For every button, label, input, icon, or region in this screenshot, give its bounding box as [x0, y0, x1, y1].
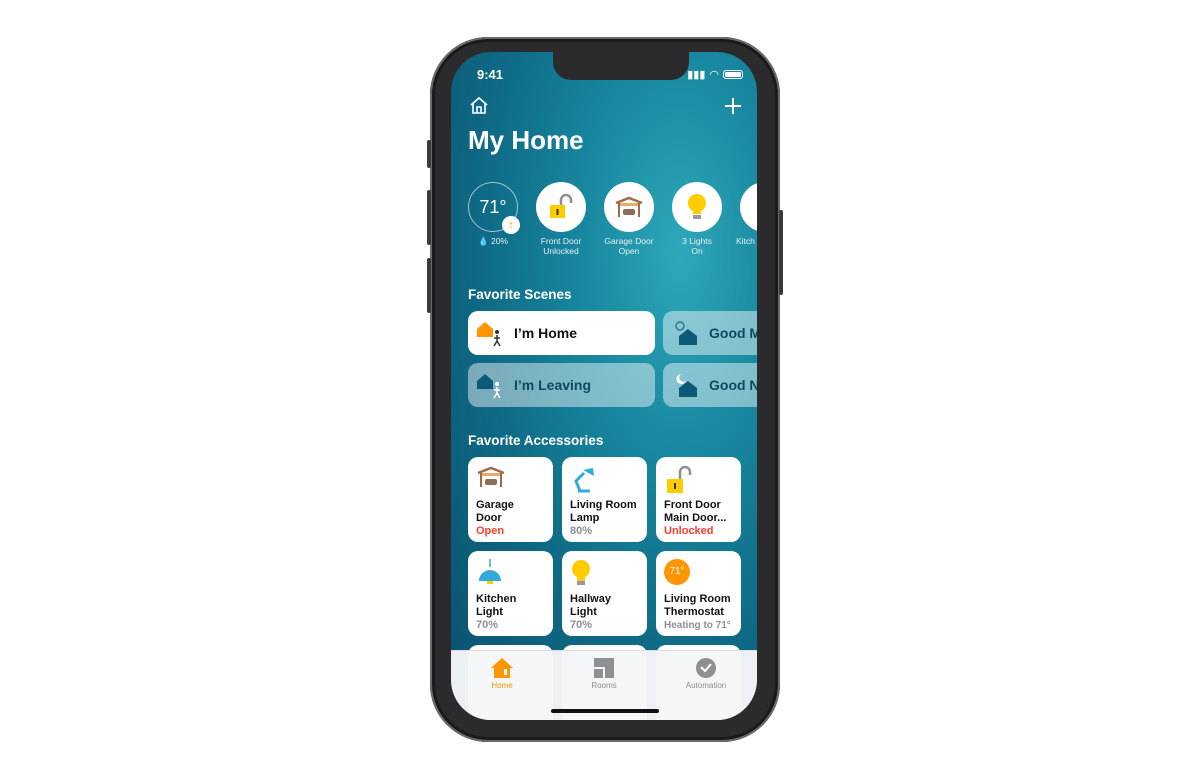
page-title: My Home	[468, 125, 584, 155]
rooms-icon	[594, 658, 614, 678]
house-icon	[491, 658, 513, 678]
droplet-icon: 💧	[478, 236, 489, 246]
lock-open-icon	[667, 465, 692, 493]
kitchen-label: Kitch	[730, 236, 757, 246]
scene-label: I’m Home	[514, 325, 578, 341]
thermostat-status[interactable]: 71° ↑	[468, 182, 520, 234]
battery-icon	[723, 70, 743, 79]
volume-up-button	[427, 190, 431, 245]
accessory-status: Unlocked	[664, 525, 714, 537]
signal-icon: ▮▮▮	[687, 69, 706, 81]
tab-label: Rooms	[591, 681, 617, 690]
desk-lamp-icon	[574, 468, 594, 493]
tab-label: Home	[491, 681, 513, 690]
status-time: 9:41	[477, 67, 504, 82]
side-button	[779, 210, 783, 295]
label-line: Open	[618, 246, 640, 256]
accessory-name: Light	[476, 606, 503, 618]
accessory-status: 70%	[476, 619, 499, 631]
label-line: Garage Door	[604, 236, 654, 246]
tab-automation[interactable]: Automation	[666, 657, 746, 690]
accessory-name: Light	[570, 606, 597, 618]
garage-door-label: Garage Door Open	[594, 236, 664, 256]
front-door-label: Front Door Unlocked	[526, 236, 596, 256]
tab-rooms[interactable]: Rooms	[564, 657, 644, 690]
scene-im-leaving[interactable]: I’m Leaving	[468, 363, 655, 407]
lights-status[interactable]	[672, 182, 722, 232]
home-indicator[interactable]	[551, 709, 659, 713]
accessory-status: 70%	[570, 619, 593, 631]
lock-open-icon	[550, 193, 573, 218]
scene-label: Good N	[709, 377, 757, 393]
accessory-status: Open	[476, 525, 505, 537]
tab-home[interactable]: Home	[462, 657, 542, 690]
front-door-status[interactable]	[536, 182, 586, 232]
label-line: Unlocked	[543, 246, 579, 256]
notch	[553, 52, 689, 80]
accessory-name: Thermostat	[664, 606, 724, 618]
heating-arrow-icon: ↑	[502, 216, 520, 234]
lightbulb-icon	[688, 194, 706, 219]
label-line: Kitch	[736, 236, 755, 246]
accessory-living-room-thermostat[interactable]: 71° Living Room Thermostat Heating to 71…	[656, 551, 741, 636]
accessory-name: Lamp	[570, 512, 600, 524]
pendant-light-icon	[479, 559, 501, 584]
volume-down-button	[427, 258, 431, 313]
accessory-name: Garage	[476, 499, 514, 511]
humidity-value: 20%	[490, 236, 508, 246]
garage-icon	[615, 196, 643, 217]
favorite-scenes-heading: Favorite Scenes	[468, 287, 572, 302]
accessory-name: Main Door...	[664, 512, 727, 524]
silent-switch	[427, 140, 431, 168]
accessory-name: Front Door	[664, 499, 721, 511]
label-line: 3 Lights	[682, 236, 712, 246]
accessory-name: Hallway	[570, 593, 611, 605]
moon-home-icon	[676, 374, 697, 397]
accessory-name: Living Room	[570, 499, 637, 511]
kitchen-status[interactable]	[740, 182, 757, 232]
scene-label: I’m Leaving	[514, 377, 592, 393]
plus-icon[interactable]	[724, 97, 742, 115]
accessory-living-room-lamp[interactable]: Living Room Lamp 80%	[562, 457, 647, 542]
leaving-home-icon	[477, 374, 501, 399]
garage-icon	[477, 466, 505, 487]
lightbulb-icon	[572, 560, 590, 585]
tab-label: Automation	[685, 681, 727, 690]
accessory-kitchen-light[interactable]: Kitchen Light 70%	[468, 551, 553, 636]
scene-label: Good M	[709, 325, 757, 341]
garage-door-status[interactable]	[604, 182, 654, 232]
humidity-label: 💧 20%	[458, 236, 528, 246]
accessory-garage-door[interactable]: Garage Door Open	[468, 457, 553, 542]
label-line: Front Door	[540, 236, 582, 246]
scene-good-morning[interactable]: Good M	[663, 311, 757, 355]
clock-check-icon	[696, 658, 716, 678]
accessory-front-door[interactable]: Front Door Main Door... Unlocked	[656, 457, 741, 542]
wifi-icon: ◠	[709, 69, 719, 81]
accessory-status: Heating to 71°	[664, 620, 731, 631]
house-icon[interactable]	[469, 96, 489, 114]
sunrise-home-icon	[675, 321, 697, 345]
status-icons: ▮▮▮ ◠	[687, 68, 743, 81]
temperature-value: 71°	[479, 196, 507, 217]
home-app-screen: 9:41 ▮▮▮ ◠ My Home 71° ↑ 💧 20% Front Doo…	[451, 52, 757, 720]
accessory-status: 80%	[570, 525, 593, 537]
accessory-name: Kitchen	[476, 593, 517, 605]
accessory-name: Living Room	[664, 593, 731, 605]
accessory-hallway-light[interactable]: Hallway Light 70%	[562, 551, 647, 636]
arriving-home-icon	[477, 322, 501, 347]
accessory-name: Door	[476, 512, 502, 524]
label-line: On	[691, 246, 703, 256]
favorite-accessories-heading: Favorite Accessories	[468, 433, 604, 448]
thermostat-badge-icon: 71°	[664, 559, 690, 585]
scene-im-home[interactable]: I’m Home	[468, 311, 655, 355]
scene-good-night[interactable]: Good N	[663, 363, 757, 407]
lights-label: 3 Lights On	[662, 236, 732, 256]
